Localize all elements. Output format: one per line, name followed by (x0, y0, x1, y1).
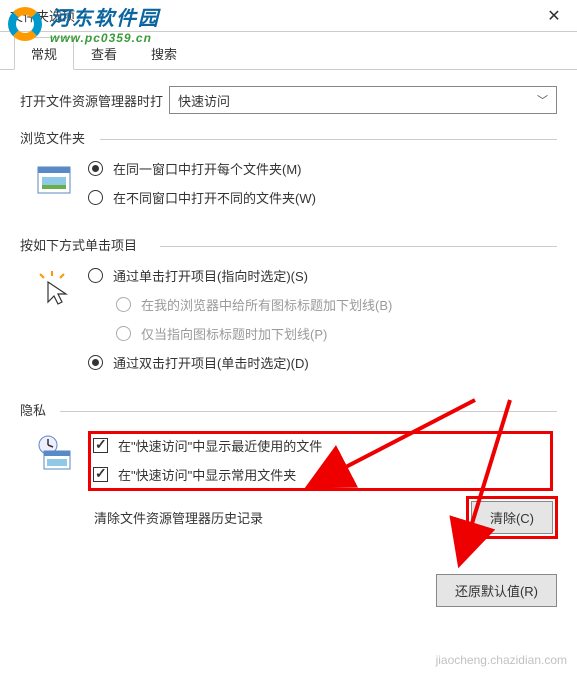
folder-window-icon (32, 159, 76, 203)
group-title: 浏览文件夹 (20, 128, 557, 149)
radio-underline-all: 在我的浏览器中给所有图标标题加下划线(B) (88, 295, 553, 314)
group-title: 隐私 (20, 400, 557, 421)
group-title: 按如下方式单击项目 (20, 235, 557, 256)
radio-diff-window[interactable]: 在不同窗口中打开不同的文件夹(W) (88, 188, 553, 207)
checkbox-recent-files[interactable]: 在"快速访问"中显示最近使用的文件 (93, 436, 548, 455)
radio-double-click[interactable]: 通过双击打开项目(单击时选定)(D) (88, 353, 553, 372)
click-items-group: 按如下方式单击项目 通过单击打开项目(指向时选定)(S) 在我的浏览器中给所有图… (20, 235, 557, 386)
radio-icon (116, 326, 131, 341)
radio-label: 通过双击打开项目(单击时选定)(D) (113, 353, 309, 372)
radio-icon (88, 190, 103, 205)
radio-label: 在我的浏览器中给所有图标标题加下划线(B) (141, 295, 392, 314)
radio-icon (116, 297, 131, 312)
open-explorer-select[interactable]: 快速访问 ﹀ (169, 86, 557, 114)
radio-label: 仅当指向图标标题时加下划线(P) (141, 324, 327, 343)
radio-label: 在不同窗口中打开不同的文件夹(W) (113, 188, 316, 207)
checkbox-frequent-folders[interactable]: 在"快速访问"中显示常用文件夹 (93, 465, 548, 484)
radio-single-click[interactable]: 通过单击打开项目(指向时选定)(S) (88, 266, 553, 285)
open-explorer-label: 打开文件资源管理器时打 (20, 91, 163, 110)
page-watermark: jiaocheng.chazidian.com (436, 653, 567, 667)
chevron-down-icon: ﹀ (537, 92, 548, 108)
site-watermark-logo: 河东软件园 www.pc0359.cn (6, 2, 160, 45)
radio-underline-hover: 仅当指向图标标题时加下划线(P) (88, 324, 553, 343)
clear-button[interactable]: 清除(C) (471, 501, 553, 534)
restore-defaults-button[interactable]: 还原默认值(R) (436, 574, 557, 607)
radio-icon (88, 355, 103, 370)
checkbox-label: 在"快速访问"中显示常用文件夹 (118, 465, 296, 484)
open-explorer-row: 打开文件资源管理器时打 快速访问 ﹀ (20, 86, 557, 114)
privacy-history-icon (32, 431, 76, 475)
radio-label: 在同一窗口中打开每个文件夹(M) (113, 159, 302, 178)
close-button[interactable]: ✕ (531, 0, 577, 32)
logo-main: 河东软件园 (50, 2, 160, 31)
checkbox-icon (93, 438, 108, 453)
tab-content: 打开文件资源管理器时打 快速访问 ﹀ 浏览文件夹 在同一窗口中打开每个文件夹(M… (0, 70, 577, 562)
checkbox-icon (93, 467, 108, 482)
radio-icon (88, 268, 103, 283)
close-icon: ✕ (547, 6, 560, 26)
select-value: 快速访问 (178, 91, 230, 110)
cursor-click-icon (32, 266, 76, 310)
radio-same-window[interactable]: 在同一窗口中打开每个文件夹(M) (88, 159, 553, 178)
radio-label: 通过单击打开项目(指向时选定)(S) (113, 266, 308, 285)
browse-folders-group: 浏览文件夹 在同一窗口中打开每个文件夹(M) 在不同窗口中打开不同的文件夹(W) (20, 128, 557, 221)
logo-sub: www.pc0359.cn (50, 31, 160, 45)
clear-history-label: 清除文件资源管理器历史记录 (94, 508, 263, 527)
radio-icon (88, 161, 103, 176)
dialog-footer: 还原默认值(R) (0, 562, 577, 627)
highlight-annotation: 在"快速访问"中显示最近使用的文件 在"快速访问"中显示常用文件夹 (88, 431, 553, 491)
privacy-group: 隐私 在"快速访问"中显示最近使用的文件 在"快速访问"中显示常用文件夹 (20, 400, 557, 538)
logo-text: 河东软件园 www.pc0359.cn (50, 2, 160, 45)
logo-icon (6, 5, 44, 43)
checkbox-label: 在"快速访问"中显示最近使用的文件 (118, 436, 322, 455)
